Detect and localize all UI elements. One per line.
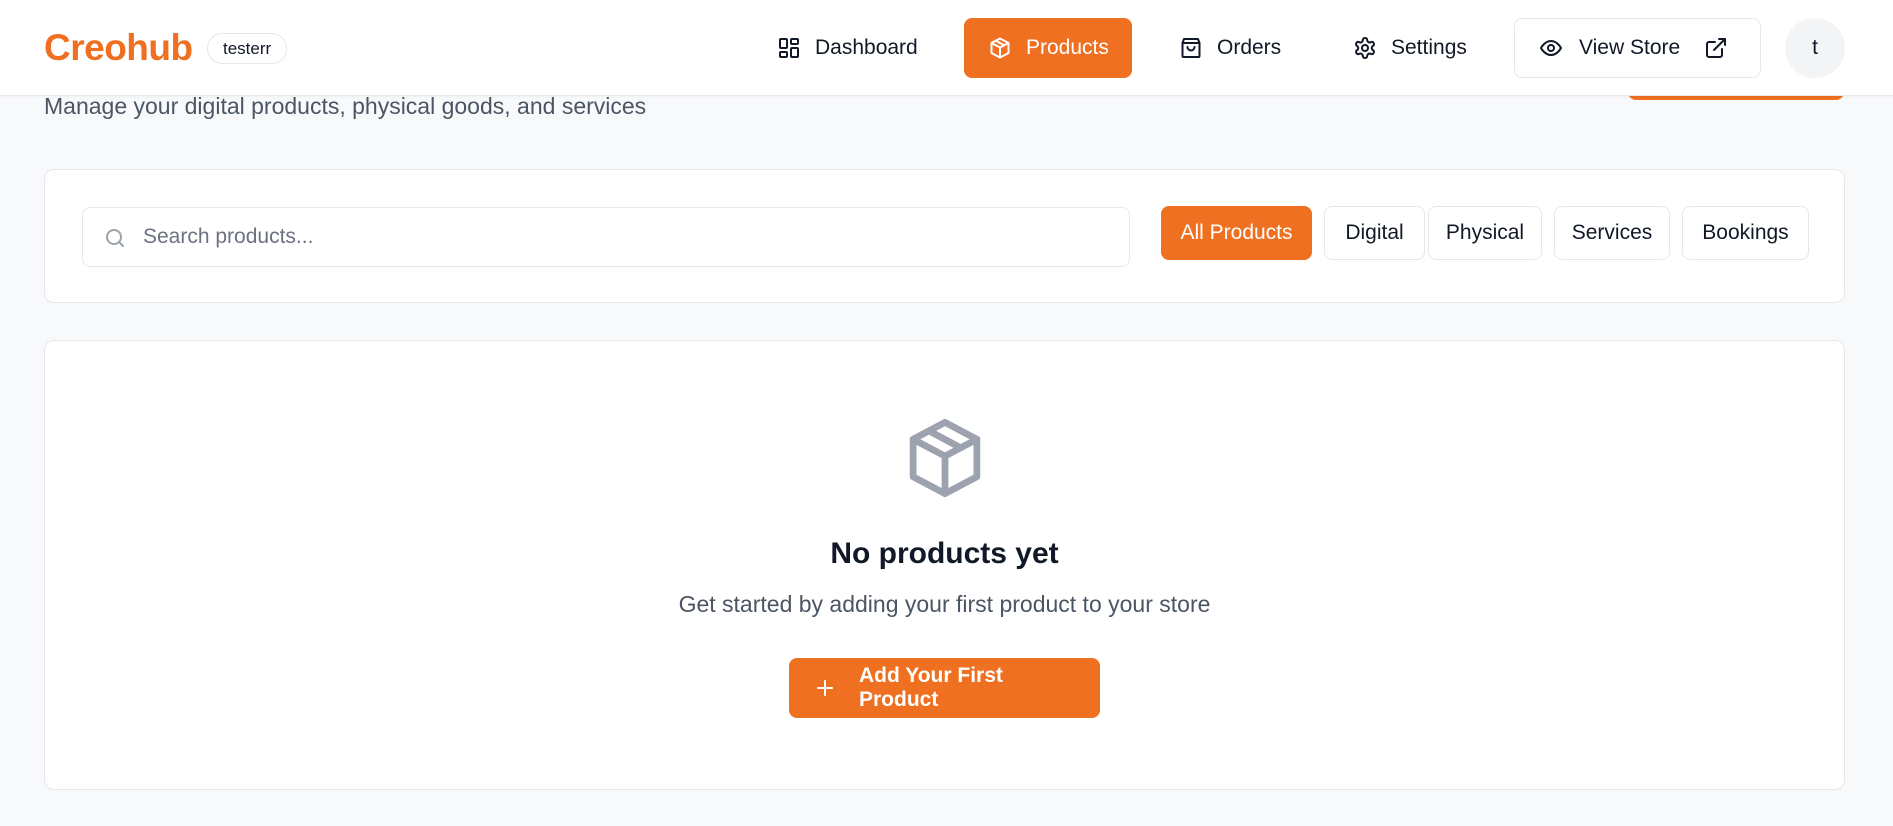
filter-bookings[interactable]: Bookings <box>1682 206 1809 260</box>
nav-products[interactable]: Products <box>964 18 1132 78</box>
empty-state-card: No products yet Get started by adding yo… <box>44 340 1845 790</box>
nav-settings-label: Settings <box>1391 36 1467 59</box>
user-avatar[interactable]: t <box>1785 18 1845 78</box>
gear-icon <box>1355 37 1375 59</box>
filter-card: All Products Digital Physical Services B… <box>44 169 1845 303</box>
store-name-badge: testerr <box>207 33 288 64</box>
shopping-bag-icon <box>1181 38 1201 58</box>
top-navigation-bar: Creohub testerr Dashboard Products Order… <box>0 0 1893 96</box>
eye-icon <box>1540 40 1562 56</box>
package-icon <box>909 419 981 497</box>
plus-icon <box>817 680 833 696</box>
nav-settings[interactable]: Settings <box>1329 18 1490 78</box>
filter-services[interactable]: Services <box>1554 206 1670 260</box>
filter-digital[interactable]: Digital <box>1324 206 1425 260</box>
search-box[interactable] <box>82 207 1130 267</box>
dashboard-grid-icon <box>779 38 799 58</box>
nav-orders-label: Orders <box>1217 36 1282 59</box>
nav-orders[interactable]: Orders <box>1155 18 1302 78</box>
empty-state-subtitle: Get started by adding your first product… <box>678 591 1211 617</box>
nav-dashboard-label: Dashboard <box>815 36 918 59</box>
package-icon <box>990 37 1010 59</box>
view-store-label: View Store <box>1579 36 1681 59</box>
search-icon <box>106 229 124 247</box>
nav-products-label: Products <box>1026 36 1109 59</box>
nav-dashboard[interactable]: Dashboard <box>753 18 942 78</box>
add-first-product-button[interactable]: Add Your First Product <box>789 658 1100 718</box>
brand-logo[interactable]: Creohub <box>44 26 193 70</box>
external-link-icon <box>1706 38 1727 58</box>
filter-physical[interactable]: Physical <box>1428 206 1542 260</box>
filter-all-products[interactable]: All Products <box>1161 206 1312 260</box>
view-store-button[interactable]: View Store <box>1514 18 1761 78</box>
search-input[interactable] <box>143 208 1113 266</box>
add-first-product-label: Add Your First Product <box>859 664 1003 711</box>
empty-state-title: No products yet <box>830 537 1059 570</box>
